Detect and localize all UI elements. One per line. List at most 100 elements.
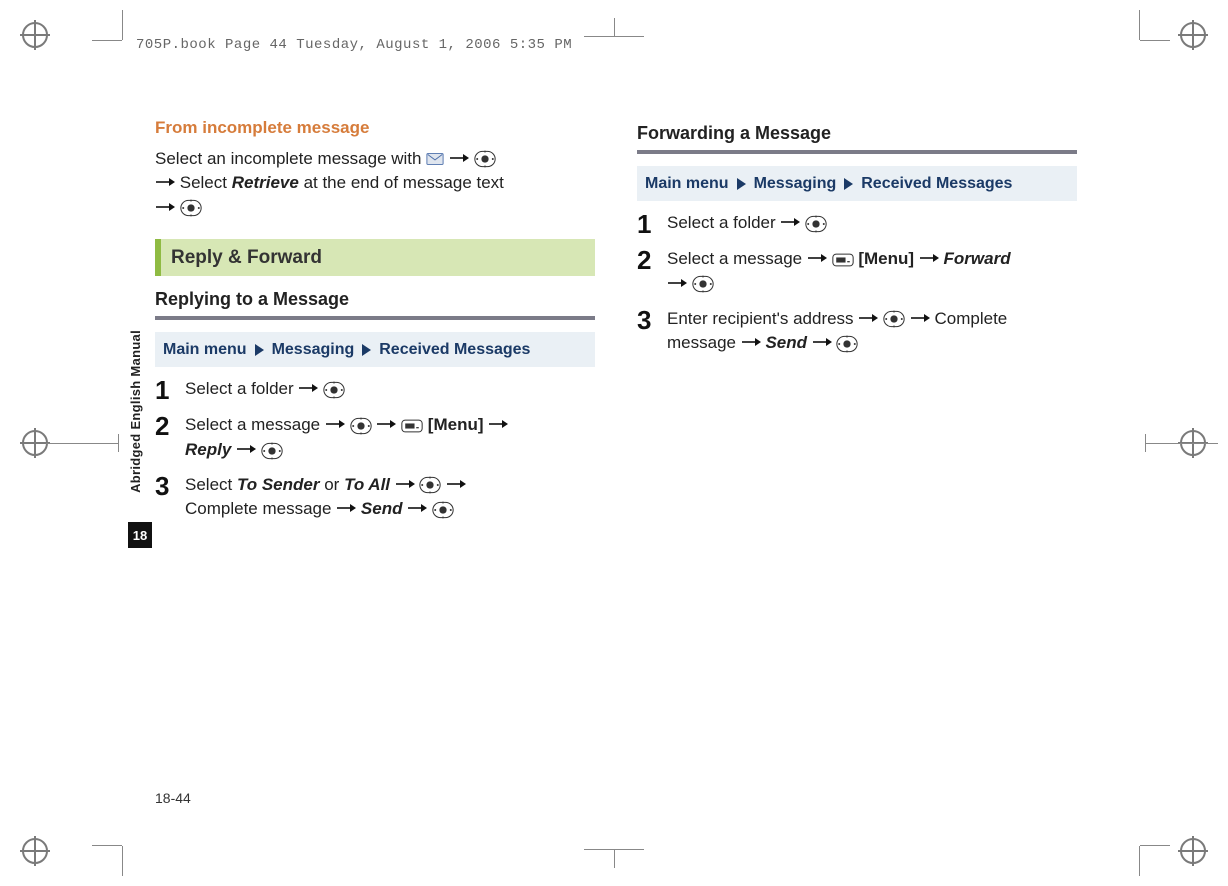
forwarding-heading: Forwarding a Message <box>637 120 1077 146</box>
breadcrumb-item: Messaging <box>754 172 837 195</box>
step-number: 2 <box>155 413 175 439</box>
breadcrumb-item: Main menu <box>645 172 729 195</box>
step-number: 3 <box>155 473 175 499</box>
reg-mark-bottom-right <box>1180 838 1206 864</box>
breadcrumb-item: Messaging <box>272 338 355 361</box>
step-number: 2 <box>637 247 657 273</box>
step-number: 3 <box>637 307 657 333</box>
arrow-icon <box>858 312 878 324</box>
step-number: 1 <box>637 211 657 237</box>
arrow-icon <box>407 502 427 514</box>
arrow-icon <box>910 312 930 324</box>
file-stamp: 705P.book Page 44 Tuesday, August 1, 200… <box>136 37 572 53</box>
text: Complete message <box>185 499 336 518</box>
text: Select a folder <box>185 379 298 398</box>
send-label: Send <box>361 499 403 518</box>
nav-center-button-icon <box>180 199 202 217</box>
arrow-icon <box>446 478 466 490</box>
side-tab-label: Abridged English Manual <box>128 330 143 493</box>
nav-center-button-icon <box>419 476 441 494</box>
incomplete-heading: From incomplete message <box>155 116 595 141</box>
reg-mark-bottom-left <box>22 838 48 864</box>
crop-mark-bottom-right <box>1120 826 1160 866</box>
step-3: 3 Enter recipient's address Complete mes… <box>637 307 1077 356</box>
arrow-icon <box>449 152 469 164</box>
text: Enter recipient's address <box>667 309 858 328</box>
arrow-icon <box>919 252 939 264</box>
forward-label: Forward <box>944 249 1011 268</box>
text: Select <box>185 475 237 494</box>
arrow-icon <box>780 216 800 228</box>
nav-center-button-icon <box>692 275 714 293</box>
arrow-icon <box>741 336 761 348</box>
nav-center-button-icon <box>350 417 372 435</box>
breadcrumb-item: Main menu <box>163 338 247 361</box>
breadcrumb-item: Received Messages <box>861 172 1012 195</box>
retrieve-label: Retrieve <box>232 173 299 192</box>
text: Select <box>180 173 232 192</box>
reg-mark-top-left <box>22 22 48 48</box>
arrow-icon <box>812 336 832 348</box>
arrow-icon <box>807 252 827 264</box>
nav-center-button-icon <box>836 335 858 353</box>
arrow-icon <box>298 382 318 394</box>
crop-mark-top-right <box>1120 20 1160 60</box>
page-number: 18-44 <box>155 790 191 806</box>
arrow-icon <box>488 418 508 430</box>
text: Select a message <box>185 415 325 434</box>
crop-mark-bottom-left <box>102 826 142 866</box>
chapter-tab: 18 <box>128 522 152 548</box>
softkey-button-icon <box>832 251 854 269</box>
text: Select a folder <box>667 213 780 232</box>
reg-mark-top-right <box>1180 22 1206 48</box>
breadcrumb: Main menu Messaging Received Messages <box>155 332 595 367</box>
step-1: 1 Select a folder <box>637 211 1077 237</box>
step-number: 1 <box>155 377 175 403</box>
breadcrumb-separator-icon <box>844 178 853 190</box>
text: Select a message <box>667 249 807 268</box>
reply-label: Reply <box>185 440 231 459</box>
arrow-icon <box>325 418 345 430</box>
reply-steps: 1 Select a folder 2 Select a message [Me… <box>155 377 595 522</box>
breadcrumb: Main menu Messaging Received Messages <box>637 166 1077 201</box>
page-content: From incomplete message Select an incomp… <box>155 116 1077 726</box>
step-2: 2 Select a message [Menu] Reply <box>155 413 595 462</box>
incomplete-para: Select an incomplete message with Select… <box>155 147 595 221</box>
arrow-icon <box>395 478 415 490</box>
reg-mark-mid-left <box>22 430 48 456</box>
nav-center-button-icon <box>261 442 283 460</box>
to-all-label: To All <box>344 475 390 494</box>
text: Select an incomplete message with <box>155 149 426 168</box>
text: at the end of message text <box>304 173 504 192</box>
softkey-button-icon <box>401 417 423 435</box>
left-column: From incomplete message Select an incomp… <box>155 116 595 726</box>
menu-label: [Menu] <box>858 249 914 268</box>
send-label: Send <box>765 333 807 352</box>
arrow-icon <box>376 418 396 430</box>
forward-steps: 1 Select a folder 2 Select a message [Me… <box>637 211 1077 356</box>
to-sender-label: To Sender <box>237 475 320 494</box>
message-icon <box>426 152 444 166</box>
arrow-icon <box>155 176 175 188</box>
arrow-icon <box>336 502 356 514</box>
replying-heading: Replying to a Message <box>155 286 595 312</box>
step-3: 3 Select To Sender or To All Complete me… <box>155 473 595 522</box>
nav-center-button-icon <box>805 215 827 233</box>
step-2: 2 Select a message [Menu] Forward <box>637 247 1077 296</box>
arrow-icon <box>155 201 175 213</box>
step-1: 1 Select a folder <box>155 377 595 403</box>
breadcrumb-separator-icon <box>737 178 746 190</box>
nav-center-button-icon <box>432 501 454 519</box>
breadcrumb-separator-icon <box>255 344 264 356</box>
heading-rule <box>155 316 595 320</box>
text: or <box>324 475 344 494</box>
nav-center-button-icon <box>883 310 905 328</box>
heading-rule <box>637 150 1077 154</box>
section-heading-reply-forward: Reply & Forward <box>155 239 595 277</box>
breadcrumb-separator-icon <box>362 344 371 356</box>
breadcrumb-item: Received Messages <box>379 338 530 361</box>
right-column: Forwarding a Message Main menu Messaging… <box>637 116 1077 726</box>
arrow-icon <box>236 443 256 455</box>
arrow-icon <box>667 277 687 289</box>
nav-center-button-icon <box>474 150 496 168</box>
